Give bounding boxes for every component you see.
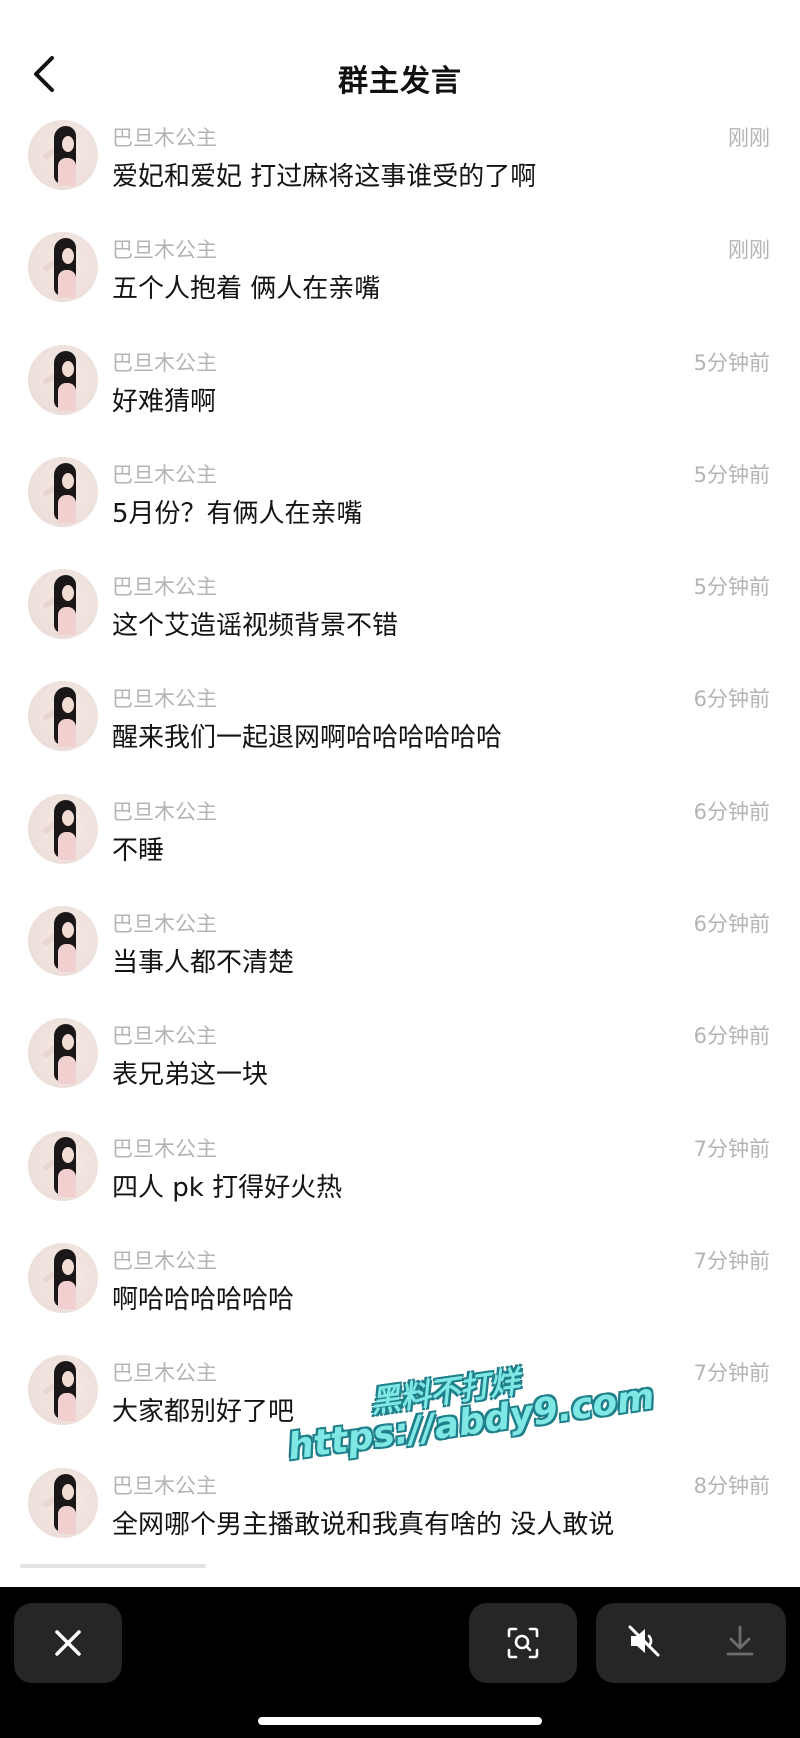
bottom-toolbar xyxy=(0,1587,800,1738)
mute-button[interactable] xyxy=(626,1623,662,1663)
message-time: 刚刚 xyxy=(728,238,770,263)
avatar[interactable] xyxy=(28,1355,98,1426)
message-text: 这个艾造谣视频背景不错 xyxy=(112,611,399,642)
message-text: 啊哈哈哈哈哈哈 xyxy=(112,1284,295,1315)
scan-search-icon xyxy=(507,1627,539,1659)
scrollbar[interactable] xyxy=(20,1564,206,1568)
message-text: 表兄弟这一块 xyxy=(112,1060,269,1091)
message-time: 5分钟前 xyxy=(693,575,770,600)
message-list[interactable]: 巴旦木公主 刚刚 爱妃和爱妃 打过麻将这事谁受的了啊 巴旦木公主 刚刚 五个人抱着 俩人在… xyxy=(0,112,800,1572)
list-item[interactable]: 巴旦木公主 6分钟前当事人都不清楚 xyxy=(0,898,800,1010)
message-time: 5分钟前 xyxy=(693,350,770,375)
speaker-muted-icon xyxy=(628,1625,660,1657)
sender-name: 巴旦木公主 xyxy=(112,462,217,487)
sender-name: 巴旦木公主 xyxy=(112,575,217,600)
message-text: 爱妃和爱妃 打过麻将这事谁受的了啊 xyxy=(112,162,537,192)
list-item[interactable]: 巴旦木公主 刚刚爱妃和爱妃 打过麻将这事谁受的了啊 xyxy=(0,112,800,224)
avatar[interactable] xyxy=(28,1242,98,1313)
list-item[interactable]: 巴旦木公主 6分钟前不睡 xyxy=(0,786,800,898)
sender-name: 巴旦木公主 xyxy=(112,1136,217,1161)
message-text: 大家都别好了吧 xyxy=(112,1397,295,1428)
message-time: 6分钟前 xyxy=(693,687,770,712)
list-item[interactable]: 巴旦木公主 5分钟前这个艾造谣视频背景不错 xyxy=(0,561,800,673)
message-time: 8分钟前 xyxy=(693,1473,770,1498)
sender-name: 巴旦木公主 xyxy=(112,1361,217,1386)
message-time: 6分钟前 xyxy=(693,799,770,824)
avatar[interactable] xyxy=(28,569,98,640)
avatar[interactable] xyxy=(28,344,98,415)
message-text: 好难猜啊 xyxy=(112,386,217,417)
message-time: 7分钟前 xyxy=(693,1136,770,1161)
download-button[interactable] xyxy=(724,1623,756,1663)
message-text: 四人 pk 打得好火热 xyxy=(112,1172,343,1203)
media-controls xyxy=(596,1603,786,1683)
message-time: 6分钟前 xyxy=(693,1024,770,1049)
list-fade xyxy=(0,1540,800,1585)
message-text: 5月份？有俩人在亲嘴 xyxy=(112,498,363,529)
download-icon xyxy=(726,1625,754,1656)
avatar[interactable] xyxy=(28,120,98,190)
sender-name: 巴旦木公主 xyxy=(112,350,217,375)
message-time: 6分钟前 xyxy=(693,912,770,937)
close-button[interactable] xyxy=(14,1603,122,1683)
avatar[interactable] xyxy=(28,1130,98,1201)
list-item[interactable]: 巴旦木公主 7分钟前啊哈哈哈哈哈哈 xyxy=(0,1235,800,1347)
list-item[interactable]: 巴旦木公主 6分钟前醒来我们一起退网啊哈哈哈哈哈哈 xyxy=(0,673,800,785)
list-item[interactable]: 巴旦木公主 5分钟前好难猜啊 xyxy=(0,337,800,449)
avatar[interactable] xyxy=(28,456,98,527)
list-item[interactable]: 巴旦木公主 刚刚五个人抱着 俩人在亲嘴 xyxy=(0,224,800,336)
home-indicator[interactable] xyxy=(258,1717,542,1725)
image-search-button[interactable] xyxy=(469,1603,577,1683)
sender-name: 巴旦木公主 xyxy=(112,126,217,150)
sender-name: 巴旦木公主 xyxy=(112,238,217,263)
sender-name: 巴旦木公主 xyxy=(112,912,217,937)
sender-name: 巴旦木公主 xyxy=(112,1248,217,1273)
header: 群主发言 xyxy=(0,0,800,120)
message-time: 5分钟前 xyxy=(693,462,770,487)
list-item[interactable]: 巴旦木公主 7分钟前四人 pk 打得好火热 xyxy=(0,1123,800,1235)
avatar[interactable] xyxy=(28,1018,98,1089)
avatar[interactable] xyxy=(28,906,98,977)
message-time: 7分钟前 xyxy=(693,1248,770,1273)
message-text: 全网哪个男主播敢说和我真有啥的 没人敢说 xyxy=(112,1509,615,1540)
avatar[interactable] xyxy=(28,793,98,864)
message-time: 刚刚 xyxy=(728,126,770,150)
message-time: 7分钟前 xyxy=(693,1361,770,1386)
sender-name: 巴旦木公主 xyxy=(112,1473,217,1498)
avatar[interactable] xyxy=(28,1467,98,1538)
page-title: 群主发言 xyxy=(338,64,462,99)
close-icon xyxy=(55,1630,81,1656)
message-text: 五个人抱着 俩人在亲嘴 xyxy=(112,274,381,305)
avatar[interactable] xyxy=(28,232,98,303)
message-text: 当事人都不清楚 xyxy=(112,948,295,979)
sender-name: 巴旦木公主 xyxy=(112,1024,217,1049)
sender-name: 巴旦木公主 xyxy=(112,687,217,712)
message-text: 醒来我们一起退网啊哈哈哈哈哈哈 xyxy=(112,723,503,754)
message-text: 不睡 xyxy=(112,835,165,866)
avatar[interactable] xyxy=(28,681,98,752)
sender-name: 巴旦木公主 xyxy=(112,799,217,824)
list-item[interactable]: 巴旦木公主 6分钟前表兄弟这一块 xyxy=(0,1010,800,1122)
list-item[interactable]: 巴旦木公主 5分钟前 5月份？有俩人在亲嘴 xyxy=(0,449,800,561)
